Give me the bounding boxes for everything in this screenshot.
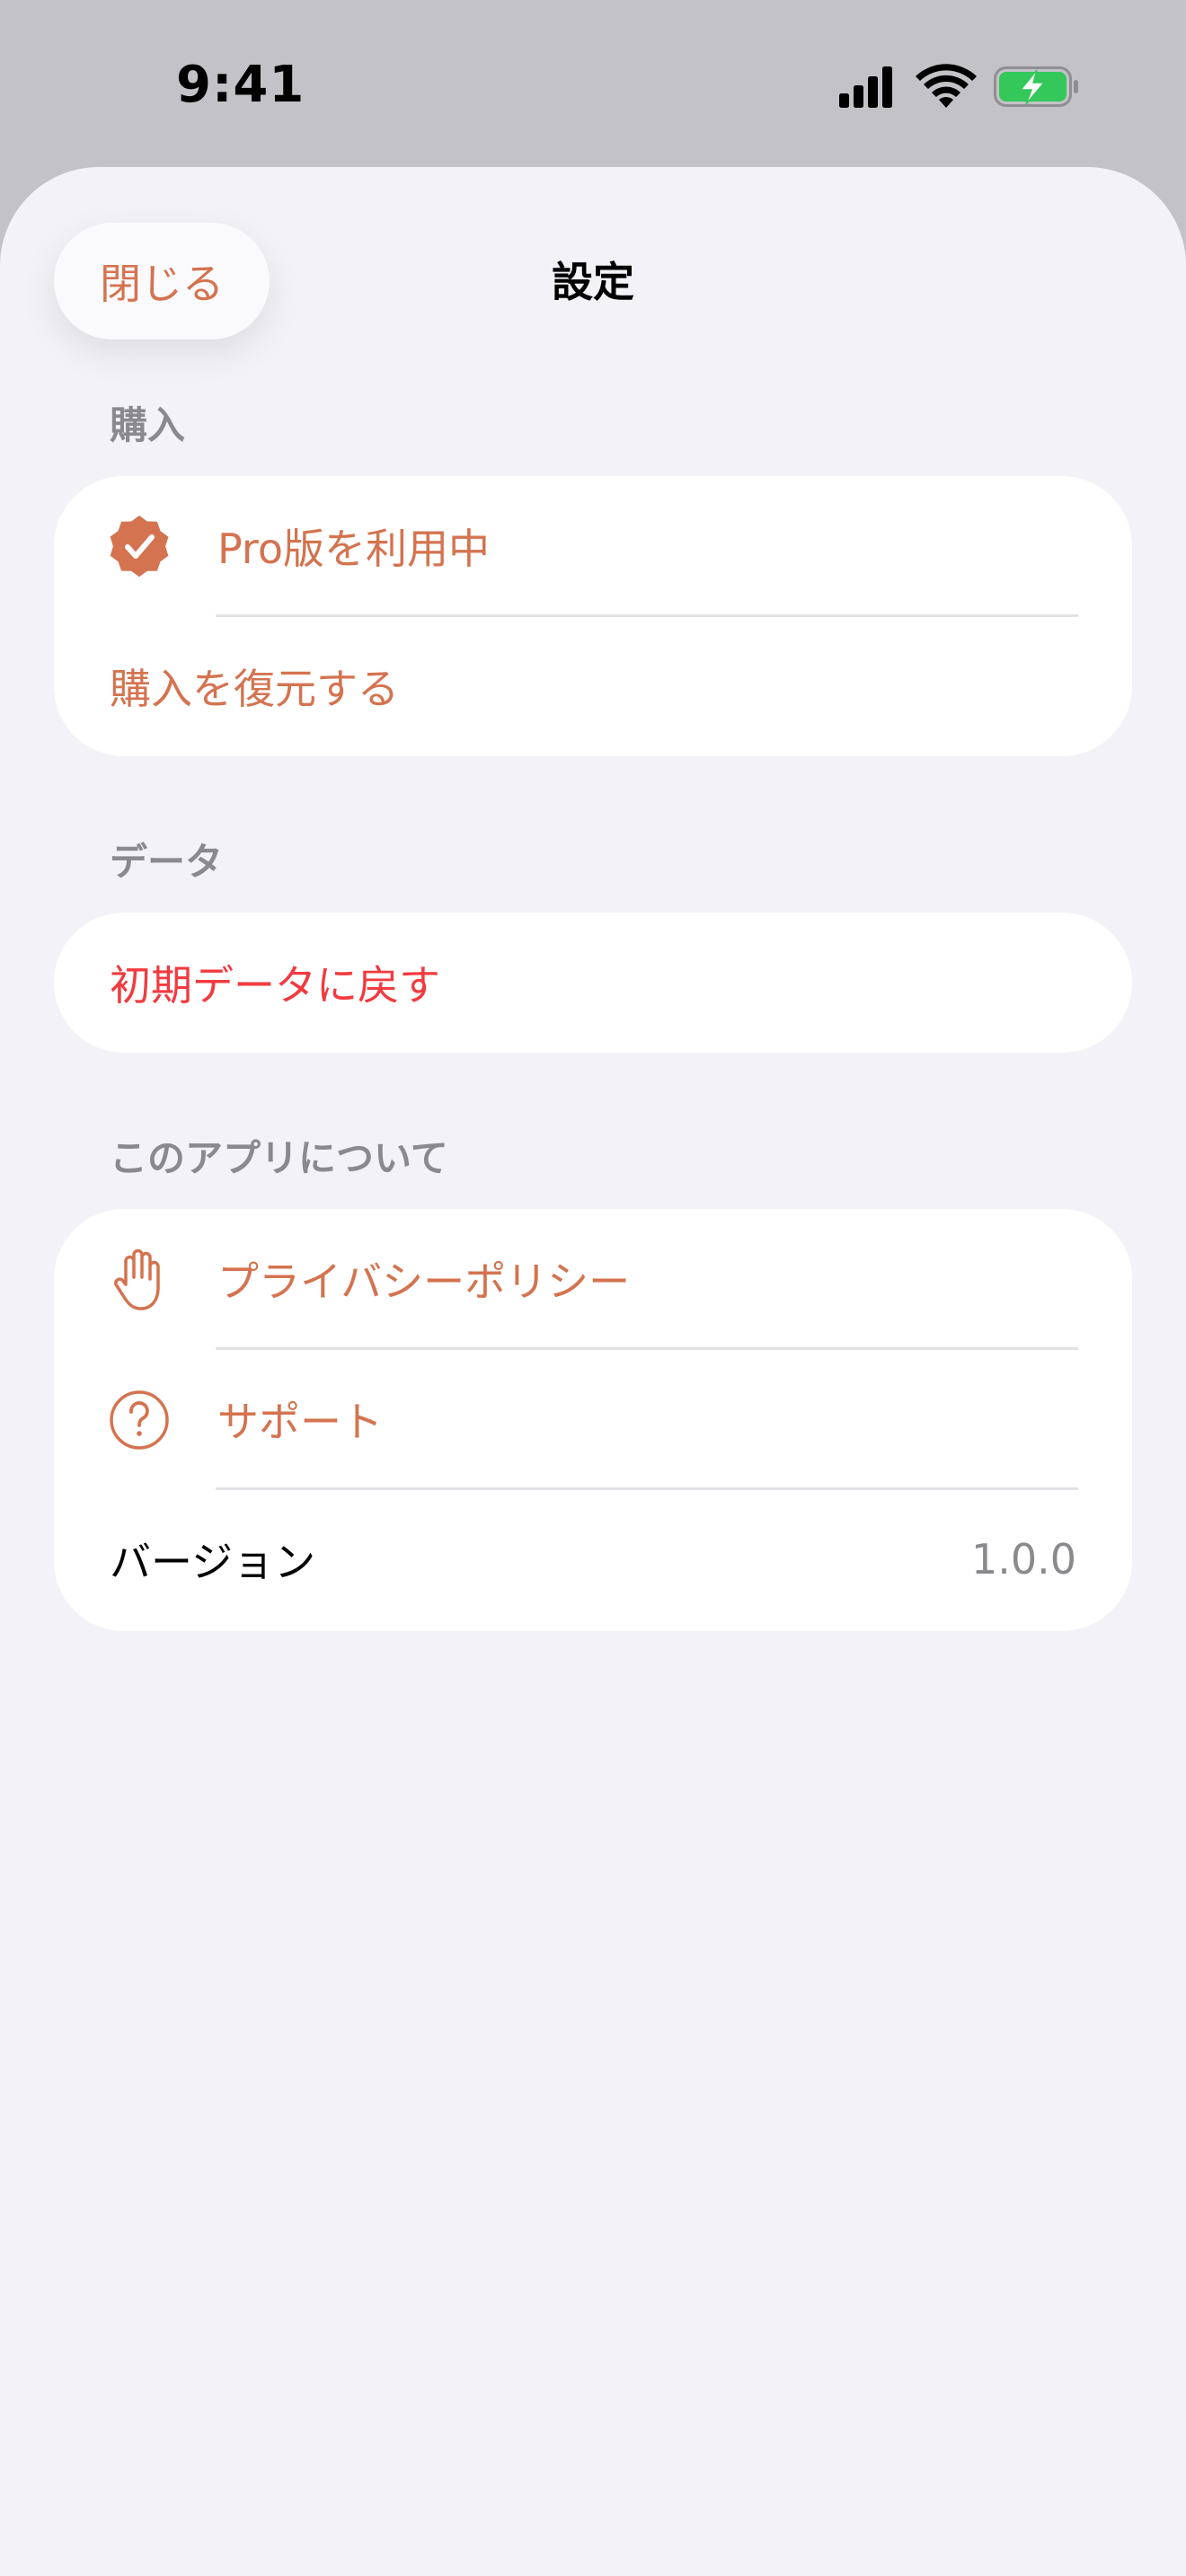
version-label: バージョン: [110, 1538, 316, 1586]
section-header-purchase: 購入: [110, 403, 186, 447]
page-title: 設定: [552, 258, 634, 306]
card-purchase: Pro版を利用中 購入を復元する: [54, 476, 1132, 756]
wifi-icon: [916, 64, 977, 108]
status-icons: [839, 64, 1078, 108]
battery-charging-icon: [994, 66, 1078, 107]
checkmark-seal-icon: [110, 516, 169, 578]
questionmark-circle-icon: [110, 1390, 169, 1450]
privacy-policy-button[interactable]: プライバシーポリシー: [54, 1209, 1132, 1349]
reset-data-label: 初期データに戻す: [110, 961, 440, 1010]
support-label: サポート: [217, 1398, 383, 1446]
cellular-signal-icon: [839, 66, 892, 108]
section-header-data: データ: [110, 840, 224, 884]
settings-sheet: 閉じる 設定 購入 Pro版を利用中 購入を復元する データ 初期データに戻す …: [0, 167, 1186, 2576]
status-bar: 9:41: [0, 0, 1186, 167]
card-data: 初期データに戻す: [54, 913, 1132, 1053]
restore-purchase-button[interactable]: 購入を復元する: [54, 616, 1132, 756]
card-about: プライバシーポリシー サポート バージョン 1.0.0: [54, 1209, 1132, 1631]
row-pro-status: Pro版を利用中: [54, 476, 1132, 616]
section-header-about: このアプリについて: [110, 1136, 448, 1180]
restore-purchase-label: 購入を復元する: [110, 665, 399, 713]
privacy-policy-label: プライバシーポリシー: [217, 1257, 631, 1306]
version-value: 1.0.0: [970, 1535, 1076, 1584]
hand-raised-icon: [114, 1248, 160, 1310]
reset-data-button[interactable]: 初期データに戻す: [54, 913, 1132, 1053]
pro-status-label: Pro版を利用中: [217, 525, 490, 573]
row-version: バージョン 1.0.0: [54, 1489, 1132, 1629]
support-button[interactable]: サポート: [54, 1349, 1132, 1489]
status-time: 9:41: [176, 56, 305, 114]
